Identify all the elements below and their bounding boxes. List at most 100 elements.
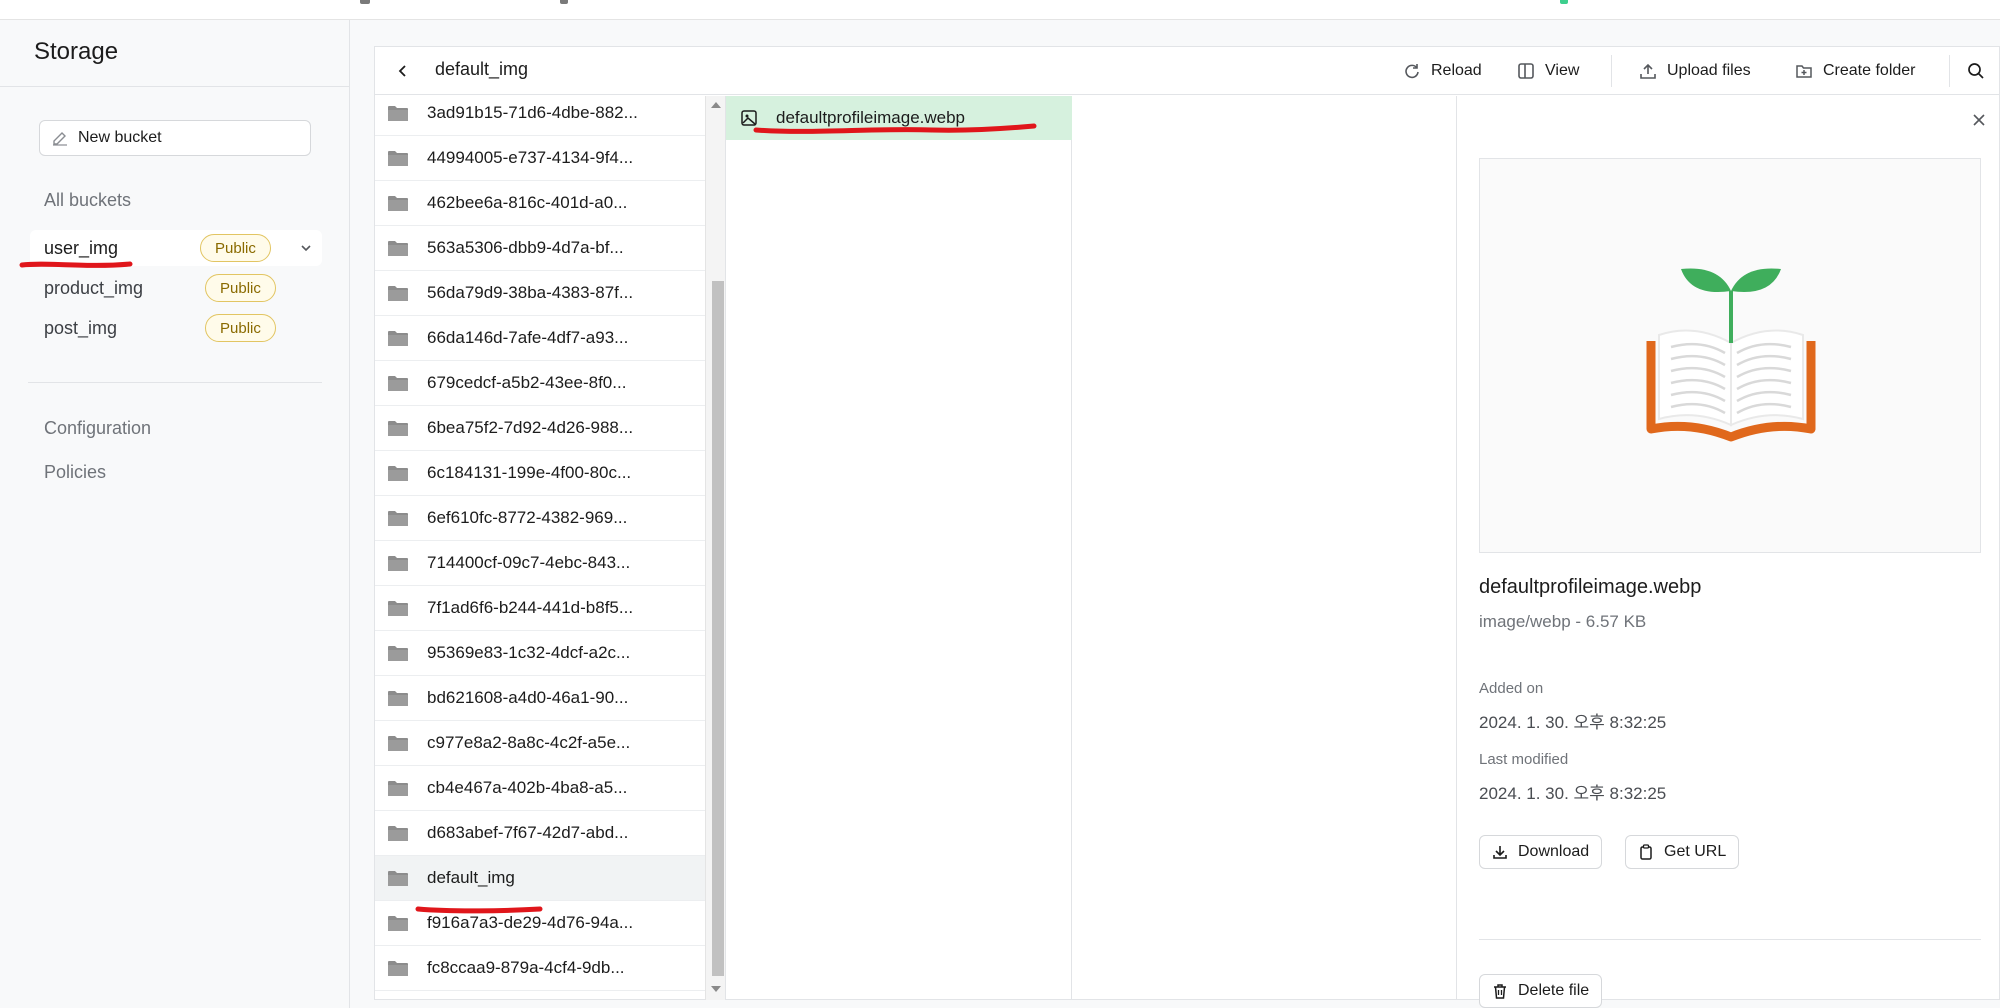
- folder-name: 6bea75f2-7d92-4d26-988...: [427, 418, 634, 437]
- folder-column: 3ad91b15-71d6-4dbe-882... 44994005-e737-4…: [375, 96, 725, 1000]
- folder-row[interactable]: 56da79d9-38ba-4383-87f...: [375, 271, 705, 316]
- new-bucket-button[interactable]: New bucket: [39, 120, 311, 156]
- reload-button[interactable]: Reload: [1403, 55, 1482, 87]
- create-folder-button[interactable]: Create folder: [1795, 55, 1916, 87]
- upload-files-label: Upload files: [1667, 62, 1751, 79]
- file-explorer: default_img Reload View Upload files Cre…: [374, 46, 2000, 1008]
- folder-name: cb4e467a-402b-4ba8-a5...: [427, 778, 628, 797]
- reload-icon: [1405, 64, 1419, 79]
- get-url-button[interactable]: Get URL: [1625, 835, 1740, 869]
- folder-row[interactable]: d683abef-7f67-42d7-abd...: [375, 811, 705, 856]
- sidebar-title: Storage: [34, 38, 119, 65]
- chevron-left-icon: [398, 65, 406, 77]
- last-modified-label: Last modified: [1479, 751, 1569, 768]
- image-file-icon: [741, 110, 757, 126]
- folder-scrollbar[interactable]: [705, 96, 725, 1000]
- chevron-down-icon[interactable]: [298, 240, 314, 256]
- download-label: Download: [1518, 843, 1590, 860]
- delete-file-label: Delete file: [1518, 982, 1590, 999]
- sidebar-item-user-img[interactable]: user_img Public: [30, 230, 322, 266]
- folder-row[interactable]: 714400cf-09c7-4ebc-843...: [375, 541, 705, 586]
- folder-name: 6c184131-199e-4f00-80c...: [427, 463, 632, 482]
- folder-name: default_img: [427, 868, 515, 887]
- public-badge: Public: [205, 274, 276, 302]
- new-bucket-label: New bucket: [78, 129, 162, 146]
- folder-row[interactable]: 66da146d-7afe-4df7-a93...: [375, 316, 705, 361]
- upload-icon: [1640, 63, 1656, 79]
- folder-row[interactable]: 44994005-e737-4134-9f4...: [375, 136, 705, 181]
- folder-name: 66da146d-7afe-4df7-a93...: [427, 328, 629, 347]
- folder-row[interactable]: f916a7a3-de29-4d76-94a...: [375, 901, 705, 946]
- detail-file-name: defaultprofileimage.webp: [1479, 576, 1702, 598]
- file-column: defaultprofileimage.webp: [725, 96, 1072, 1000]
- folder-plus-icon: [1796, 65, 1812, 78]
- search-button[interactable]: [1967, 55, 1995, 87]
- folder-row[interactable]: 679cedcf-a5b2-43ee-8f0...: [375, 361, 705, 406]
- sidebar-item-product-img[interactable]: product_img Public: [30, 270, 322, 306]
- public-badge: Public: [205, 314, 276, 342]
- top-strip-fragment: [560, 0, 568, 4]
- folder-row[interactable]: cb4e467a-402b-4ba8-a5...: [375, 766, 705, 811]
- folder-icon: [388, 870, 408, 886]
- folder-name: 56da79d9-38ba-4383-87f...: [427, 283, 634, 302]
- last-modified-value: 2024. 1. 30. 오후 8:32:25: [1479, 784, 1667, 803]
- scrollbar-thumb[interactable]: [712, 281, 724, 976]
- folder-icon: [388, 465, 408, 481]
- top-strip-fragment: [360, 0, 370, 4]
- folder-name: 714400cf-09c7-4ebc-843...: [427, 553, 631, 572]
- bucket-name: user_img: [44, 237, 119, 258]
- folder-row[interactable]: 95369e83-1c32-4dcf-a2c...: [375, 631, 705, 676]
- empty-column: [1072, 96, 1457, 1000]
- download-button[interactable]: Download: [1479, 835, 1603, 869]
- folder-name: 7f1ad6f6-b244-441d-b8f5...: [427, 598, 634, 617]
- folder-icon: [388, 195, 408, 211]
- upload-files-button[interactable]: Upload files: [1639, 55, 1751, 87]
- folder-icon: [388, 375, 408, 391]
- sidebar-item-post-img[interactable]: post_img Public: [30, 310, 322, 346]
- view-button[interactable]: View: [1517, 55, 1579, 87]
- folder-row[interactable]: fc8ccaa9-879a-4cf4-9db...: [375, 946, 705, 991]
- toolbar-separator: [1611, 55, 1612, 87]
- file-details-panel: defaultprofileimage.webp image/webp - 6.…: [1457, 96, 2000, 1008]
- folder-row[interactable]: 6c184131-199e-4f00-80c...: [375, 451, 705, 496]
- sidebar-item-policies[interactable]: Policies: [44, 462, 106, 483]
- trash-icon: [1494, 984, 1506, 999]
- folder-row[interactable]: 563a5306-dbb9-4d7a-bf...: [375, 226, 705, 271]
- toolbar-separator: [1949, 55, 1950, 87]
- folder-row[interactable]: bd621608-a4d0-46a1-90...: [375, 676, 705, 721]
- detail-file-meta: image/webp - 6.57 KB: [1479, 612, 1647, 631]
- folder-row[interactable]: 6bea75f2-7d92-4d26-988...: [375, 406, 705, 451]
- all-buckets-label: All buckets: [44, 190, 132, 210]
- back-button[interactable]: [391, 59, 415, 83]
- folder-name: 3ad91b15-71d6-4dbe-882...: [427, 103, 638, 122]
- folder-name: d683abef-7f67-42d7-abd...: [427, 823, 629, 842]
- folder-row[interactable]: default_img: [375, 856, 705, 901]
- close-icon[interactable]: [1971, 112, 1987, 128]
- file-row[interactable]: defaultprofileimage.webp: [726, 96, 1072, 140]
- delete-file-button[interactable]: Delete file: [1479, 974, 1603, 1008]
- sidebar-divider: [0, 86, 349, 87]
- folder-icon: [388, 735, 408, 751]
- breadcrumb: default_img: [435, 59, 529, 79]
- folder-name: 462bee6a-816c-401d-a0...: [427, 193, 628, 212]
- get-url-label: Get URL: [1664, 843, 1727, 860]
- scroll-up-arrow[interactable]: [711, 102, 721, 108]
- folder-icon: [388, 690, 408, 706]
- scroll-down-arrow[interactable]: [711, 986, 721, 992]
- folder-icon: [388, 330, 408, 346]
- folder-row[interactable]: 7f1ad6f6-b244-441d-b8f5...: [375, 586, 705, 631]
- folder-name: f916a7a3-de29-4d76-94a...: [427, 913, 634, 932]
- folder-icon: [388, 285, 408, 301]
- folder-row[interactable]: 6ef610fc-8772-4382-969...: [375, 496, 705, 541]
- sidebar-item-configuration[interactable]: Configuration: [44, 418, 151, 439]
- folder-row[interactable]: c977e8a2-8a8c-4c2f-a5e...: [375, 721, 705, 766]
- folder-icon: [388, 960, 408, 976]
- folder-row[interactable]: 462bee6a-816c-401d-a0...: [375, 181, 705, 226]
- image-preview: [1479, 158, 1981, 553]
- top-strip-fragment: [1560, 0, 1568, 4]
- folder-row[interactable]: 3ad91b15-71d6-4dbe-882...: [375, 96, 705, 136]
- folder-icon: [388, 555, 408, 571]
- reload-label: Reload: [1431, 62, 1482, 79]
- folder-icon: [388, 780, 408, 796]
- added-on-label: Added on: [1479, 680, 1544, 697]
